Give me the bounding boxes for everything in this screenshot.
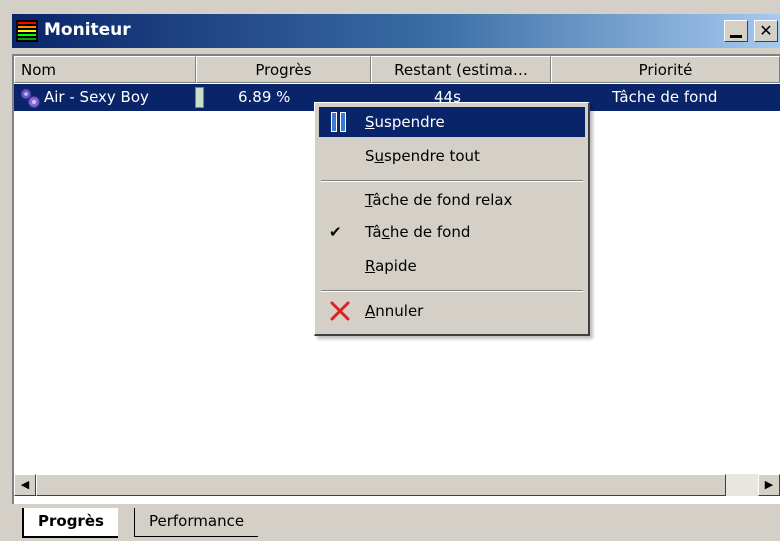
menu-item-label: Suspendre	[365, 113, 445, 131]
menu-separator	[321, 180, 583, 182]
column-header-progress[interactable]: Progrès	[196, 56, 371, 83]
scroll-left-button[interactable]: ◀	[14, 474, 36, 496]
menu-item-background[interactable]: ✔ Tâche de fond	[319, 217, 585, 247]
pause-icon	[329, 112, 351, 132]
menu-item-label: Tâche de fond relax	[365, 191, 513, 209]
scroll-thumb[interactable]	[36, 474, 726, 496]
column-header-remaining[interactable]: Restant (estima…	[371, 56, 551, 83]
close-button[interactable]: ✕	[754, 20, 778, 42]
menu-item-suspend[interactable]: Suspendre	[319, 107, 585, 137]
progress-bar	[195, 87, 204, 108]
arrow-left-icon: ◀	[20, 478, 30, 491]
menu-item-label: Suspendre tout	[365, 147, 480, 165]
checkmark-icon: ✔	[329, 223, 342, 241]
scroll-right-button[interactable]: ▶	[758, 474, 780, 496]
row-priority: Tâche de fond	[612, 88, 718, 106]
horizontal-scrollbar[interactable]: ◀ ▶	[14, 474, 780, 496]
menu-item-suspend-all[interactable]: Suspendre tout	[319, 141, 585, 171]
tab-strip: Progrès Performance	[14, 504, 780, 541]
row-name: Air - Sexy Boy	[44, 88, 149, 106]
menu-item-cancel[interactable]: Annuler	[319, 296, 585, 326]
tab-performance[interactable]: Performance	[134, 508, 259, 537]
cancel-x-icon	[330, 301, 350, 321]
menu-item-label: Tâche de fond	[365, 223, 471, 241]
minimize-button[interactable]	[724, 20, 748, 42]
menu-item-label: Rapide	[365, 257, 417, 275]
column-header-priority[interactable]: Priorité	[551, 56, 780, 83]
close-icon: ✕	[759, 21, 773, 40]
menu-item-fast[interactable]: Rapide	[319, 251, 585, 281]
context-menu: Suspendre Suspendre tout Tâche de fond r…	[314, 102, 590, 336]
window-title: Moniteur	[44, 20, 131, 40]
gear-icon	[20, 88, 41, 109]
monitor-window: Moniteur ✕ Nom Progrès Restant (estima… …	[0, 0, 780, 541]
tab-progres[interactable]: Progrès	[22, 508, 118, 538]
menu-item-background-relax[interactable]: Tâche de fond relax	[319, 185, 585, 215]
list-header: Nom Progrès Restant (estima… Priorité	[14, 56, 780, 83]
minimize-icon	[730, 35, 742, 38]
arrow-right-icon: ▶	[764, 478, 774, 491]
app-equalizer-icon	[16, 20, 38, 42]
menu-item-label: Annuler	[365, 302, 424, 320]
menu-separator	[321, 290, 583, 292]
column-header-name[interactable]: Nom	[14, 56, 196, 83]
title-bar[interactable]: Moniteur ✕	[12, 14, 780, 48]
row-progress: 6.89 %	[238, 88, 291, 106]
